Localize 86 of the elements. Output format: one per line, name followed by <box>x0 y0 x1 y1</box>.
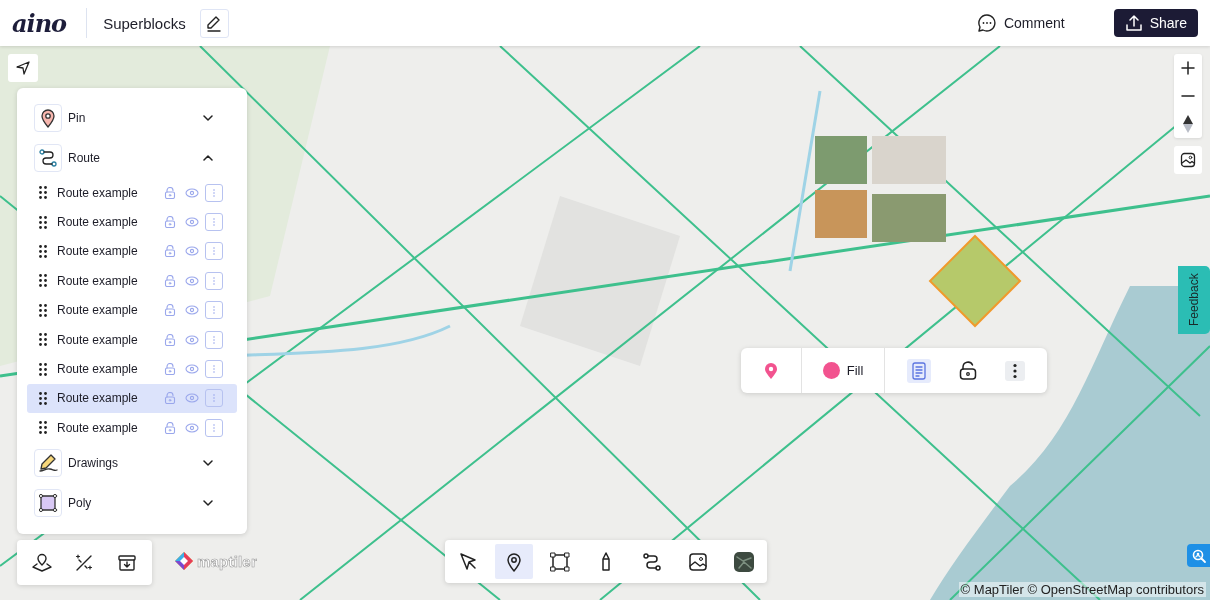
lock-icon[interactable] <box>164 245 176 258</box>
lock-button[interactable] <box>958 360 978 381</box>
eye-icon[interactable] <box>185 422 199 433</box>
eye-icon[interactable] <box>185 334 199 345</box>
layer-item[interactable]: Route example <box>27 207 237 237</box>
layer-group-label[interactable]: Drawings <box>68 455 203 470</box>
layer-item-label: Route example <box>57 273 139 288</box>
pin-icon <box>39 108 57 128</box>
image-icon <box>687 550 709 573</box>
drag-handle-icon[interactable] <box>39 421 47 435</box>
fill-button[interactable]: Fill <box>802 355 884 386</box>
eye-icon[interactable] <box>185 187 199 198</box>
image-layer-button[interactable] <box>1174 146 1202 174</box>
drag-handle-icon[interactable] <box>39 244 47 258</box>
drag-handle-icon[interactable] <box>39 303 47 317</box>
lock-icon[interactable] <box>164 304 176 317</box>
layer-item[interactable]: Route example <box>27 383 237 414</box>
speech-bubble-icon <box>976 13 997 33</box>
layer-item[interactable]: Route example <box>27 295 237 325</box>
square-icon <box>549 550 571 573</box>
eye-icon[interactable] <box>185 305 199 316</box>
route-icon <box>641 550 663 573</box>
lock-icon[interactable] <box>164 421 176 434</box>
layer-item[interactable]: Route example <box>27 413 237 443</box>
eye-icon[interactable] <box>185 217 199 228</box>
compass-icon <box>1183 115 1193 133</box>
layer-item-label: Route example <box>57 420 139 435</box>
chevron-up-icon <box>203 155 213 161</box>
layer-group-label[interactable]: Route <box>68 151 203 165</box>
satellite-map-icon <box>733 550 755 573</box>
navigation-arrow-icon <box>15 60 31 76</box>
logo: aino <box>12 8 67 38</box>
map-title: Superblocks <box>103 14 186 32</box>
more-button[interactable] <box>1005 360 1026 381</box>
layer-item-label: Route example <box>57 244 139 259</box>
layer-group-label[interactable]: Poly <box>68 495 203 510</box>
layer-item-label: Route example <box>57 215 139 230</box>
feedback-tab[interactable]: Feedback <box>1178 266 1210 334</box>
maptiler-logo-icon <box>174 551 194 571</box>
map-attribution: © MapTiler © OpenStreetMap contributors <box>958 582 1206 597</box>
drag-handle-icon[interactable] <box>39 274 47 288</box>
drag-handle-icon[interactable] <box>39 215 47 229</box>
layer-item[interactable]: Route example <box>27 178 237 208</box>
locate-button[interactable] <box>8 54 38 82</box>
eye-icon[interactable] <box>185 246 199 257</box>
drag-handle-icon[interactable] <box>39 186 47 200</box>
lock-icon[interactable] <box>164 392 176 405</box>
pencil-icon <box>205 14 224 32</box>
notes-button[interactable] <box>906 358 931 383</box>
eye-icon[interactable] <box>185 275 199 286</box>
layer-item-label: Route example <box>57 362 139 377</box>
chevron-down-icon <box>203 459 213 466</box>
cursor-icon <box>457 550 479 573</box>
comment-button[interactable]: Comment <box>965 9 1076 37</box>
layers-pin-icon[interactable] <box>31 551 54 574</box>
layer-item-label: Route example <box>57 303 139 318</box>
layer-item[interactable]: Route example <box>27 236 237 267</box>
eye-icon[interactable] <box>185 364 199 375</box>
share-button[interactable]: Share <box>1113 9 1198 37</box>
lock-icon[interactable] <box>164 216 176 229</box>
drag-handle-icon[interactable] <box>39 333 47 347</box>
drag-handle-icon[interactable] <box>39 362 47 376</box>
layer-item-label: Route example <box>57 185 139 200</box>
chevron-down-icon <box>203 115 213 121</box>
layer-item[interactable]: Route example <box>27 324 237 355</box>
layer-item-label: Route example <box>57 332 139 347</box>
search-button[interactable] <box>1187 544 1210 567</box>
layer-item[interactable]: Route example <box>27 354 237 384</box>
chevron-down-icon <box>203 499 213 506</box>
map-logo-text: maptiler <box>197 552 257 570</box>
plus-icon <box>1181 61 1195 75</box>
magnifier-icon <box>1190 547 1207 564</box>
lock-icon[interactable] <box>164 333 176 346</box>
edit-button[interactable] <box>199 8 229 38</box>
image-icon <box>1180 152 1196 168</box>
upload-icon <box>1124 14 1143 32</box>
pin-tool-button[interactable] <box>495 544 533 579</box>
drag-handle-icon[interactable] <box>39 391 47 405</box>
layer-item-label: Route example <box>57 391 139 406</box>
layer-group-label[interactable]: Pin <box>68 111 203 125</box>
pin-icon[interactable] <box>764 361 778 380</box>
lock-icon[interactable] <box>164 274 176 287</box>
layer-item[interactable]: Route example <box>27 266 237 296</box>
lock-icon[interactable] <box>164 363 176 376</box>
eye-icon[interactable] <box>185 393 199 404</box>
lock-icon[interactable] <box>164 186 176 199</box>
